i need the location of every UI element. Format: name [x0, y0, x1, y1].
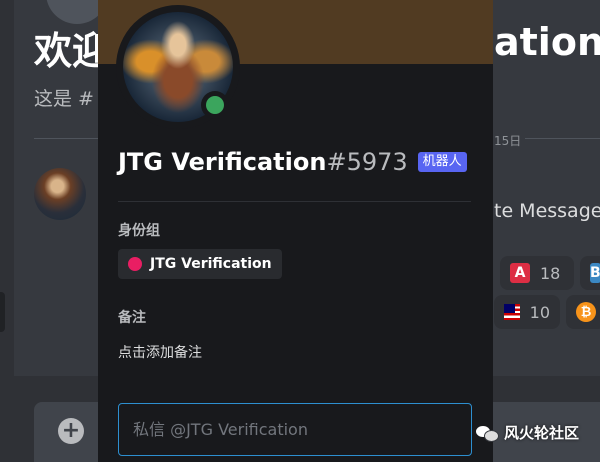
reaction-letter-a[interactable]: A 18 — [500, 256, 574, 290]
user-profile-popout: JTG Verification #5973 机器人 身份组 JTG Verif… — [98, 0, 493, 462]
watermark: 风火轮社区 — [476, 422, 579, 443]
message-text-fragment: te Message — [494, 200, 600, 222]
date-divider-label: 15日 — [490, 132, 526, 149]
role-pill[interactable]: JTG Verification — [118, 249, 282, 279]
bot-badge: 机器人 — [417, 152, 467, 172]
letter-a-icon: A — [510, 263, 530, 283]
direct-message-input[interactable] — [118, 403, 472, 456]
malaysia-flag-icon — [504, 304, 520, 320]
sidebar-selected-indicator — [0, 292, 5, 332]
online-status-icon — [206, 96, 224, 114]
role-color-dot-icon[interactable] — [128, 257, 142, 271]
role-name: JTG Verification — [150, 256, 272, 272]
letter-b-icon: B — [590, 263, 600, 283]
welcome-title-right: ation! — [494, 20, 600, 64]
roles-heading: 身份组 — [118, 223, 160, 239]
add-attachment-plus-icon[interactable]: + — [58, 418, 84, 444]
profile-discriminator[interactable]: #5973 — [326, 148, 407, 176]
profile-divider — [118, 201, 471, 202]
wechat-icon — [476, 424, 499, 442]
reaction-bitcoin[interactable]: ₿ — [566, 295, 600, 329]
note-input[interactable]: 点击添加备注 — [118, 342, 202, 362]
message-author-avatar[interactable] — [34, 168, 86, 220]
reaction-letter-b[interactable]: B — [580, 256, 600, 290]
bitcoin-icon: ₿ — [576, 302, 596, 322]
welcome-subtitle: 这是 # — [34, 88, 94, 110]
profile-username[interactable]: JTG Verification — [118, 148, 326, 176]
reaction-malaysia-flag[interactable]: 10 — [494, 295, 560, 329]
reaction-count: 18 — [540, 263, 561, 283]
watermark-text: 风火轮社区 — [504, 424, 580, 442]
reaction-count: 10 — [529, 302, 550, 322]
profile-name-row: JTG Verification #5973 机器人 — [118, 148, 467, 176]
note-heading: 备注 — [118, 310, 146, 326]
